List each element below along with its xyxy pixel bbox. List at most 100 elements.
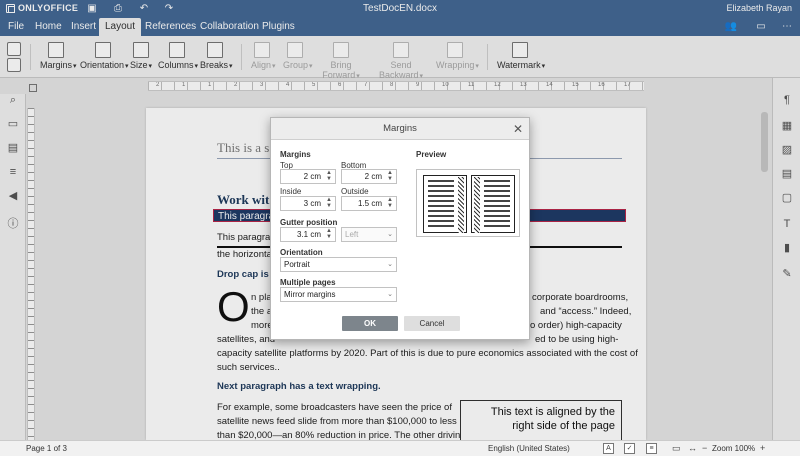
orientation-button[interactable]: Orientation▾ bbox=[80, 42, 129, 74]
table-settings-icon[interactable]: ▦ bbox=[781, 120, 793, 132]
inside-margin-input[interactable]: 3 cm ▲ ▼ bbox=[280, 196, 336, 211]
spellcheck-icon[interactable]: ✓ bbox=[624, 443, 635, 454]
multiple-pages-label: Multiple pages bbox=[280, 278, 336, 287]
align-button[interactable]: Align▾ bbox=[251, 42, 276, 74]
tab-home[interactable]: Home bbox=[29, 18, 68, 36]
title-bar: ONLYOFFICE ▣ ⎙ ↶ ↷ TestDocEN.docx Elizab… bbox=[0, 0, 800, 18]
outside-margin-input[interactable]: 1.5 cm ▲ ▼ bbox=[341, 196, 397, 211]
breaks-button[interactable]: Breaks▾ bbox=[200, 42, 233, 74]
cancel-button[interactable]: Cancel bbox=[404, 316, 460, 331]
navigation-icon[interactable]: ≡ bbox=[7, 166, 19, 178]
group-button[interactable]: Group▾ bbox=[283, 42, 313, 74]
tab-references[interactable]: References bbox=[139, 18, 202, 36]
user-name[interactable]: Elizabeth Rayan bbox=[726, 3, 792, 13]
right-aligned-textbox[interactable]: This text is aligned by the right side o… bbox=[460, 400, 622, 440]
spin-arrows-icon[interactable]: ▲ ▼ bbox=[325, 197, 333, 210]
columns-icon bbox=[169, 42, 185, 58]
signature-settings-icon[interactable]: ✎ bbox=[781, 268, 793, 280]
margins-icon bbox=[48, 42, 64, 58]
bottom-margin-input[interactable]: 2 cm ▲ ▼ bbox=[341, 169, 397, 184]
orientation-label: Orientation bbox=[280, 248, 323, 257]
paste-icon[interactable] bbox=[7, 58, 21, 72]
margins-dialog: Margins ✕ Margins Top 2 cm ▲ ▼ Bottom 2 c… bbox=[270, 117, 530, 340]
open-location-icon[interactable]: ▭ bbox=[754, 21, 768, 33]
bring-forward-icon bbox=[333, 42, 349, 58]
fit-width-icon[interactable]: ↔ bbox=[688, 443, 697, 453]
orientation-icon bbox=[95, 42, 111, 58]
doc-heading-2: Work wit bbox=[217, 192, 270, 207]
text-art-settings-icon[interactable]: T bbox=[781, 218, 793, 230]
copy-icon[interactable] bbox=[7, 42, 21, 56]
watermark-icon bbox=[512, 42, 528, 58]
bring-forward-button[interactable]: Bring Forward▾ bbox=[316, 42, 366, 80]
vertical-scrollbar[interactable] bbox=[760, 98, 769, 440]
top-margin-input[interactable]: 2 cm ▲ ▼ bbox=[280, 169, 336, 184]
scrollbar-thumb[interactable] bbox=[761, 112, 768, 172]
share-users-icon[interactable]: 👥 bbox=[724, 21, 738, 33]
doc-heading-1: This is a s bbox=[217, 140, 270, 155]
document-title: TestDocEN.docx bbox=[363, 3, 437, 14]
search-icon[interactable]: ⌕ bbox=[7, 94, 19, 106]
header-footer-settings-icon[interactable]: ▤ bbox=[781, 168, 793, 180]
fit-page-icon[interactable]: ▭ bbox=[672, 443, 681, 454]
gutter-side-select[interactable]: Left ⌄ bbox=[341, 227, 397, 242]
send-backward-icon bbox=[393, 42, 409, 58]
size-button[interactable]: Size▾ bbox=[130, 42, 152, 74]
gutter-position-label: Gutter position bbox=[280, 218, 338, 227]
track-changes-icon[interactable]: ≡ bbox=[646, 443, 657, 454]
shape-settings-icon[interactable]: ▢ bbox=[781, 192, 793, 204]
zoom-level[interactable]: Zoom 100% bbox=[712, 444, 755, 453]
comments-icon[interactable]: ▭ bbox=[7, 118, 19, 130]
about-icon[interactable]: ⓘ bbox=[7, 218, 19, 230]
tab-collaboration[interactable]: Collaboration bbox=[194, 18, 265, 36]
preview-right-page bbox=[471, 175, 515, 233]
spin-arrows-icon[interactable]: ▲ ▼ bbox=[325, 228, 333, 241]
more-icon[interactable]: ⋯ bbox=[780, 21, 794, 33]
spin-arrows-icon[interactable]: ▲ ▼ bbox=[325, 170, 333, 183]
group-icon bbox=[287, 42, 303, 58]
zoom-in-icon[interactable]: + bbox=[760, 443, 765, 453]
paragraph-settings-icon[interactable]: ¶ bbox=[781, 94, 793, 106]
wrapping-button[interactable]: Wrapping▾ bbox=[436, 42, 479, 74]
chevron-down-icon: ⌄ bbox=[387, 291, 393, 298]
orientation-select[interactable]: Portrait ⌄ bbox=[280, 257, 397, 272]
send-backward-button[interactable]: Send Backward▾ bbox=[373, 42, 429, 80]
ok-button[interactable]: OK bbox=[342, 316, 398, 331]
feedback-icon[interactable]: ◀ bbox=[7, 190, 19, 202]
tab-insert[interactable]: Insert bbox=[65, 18, 102, 36]
close-icon[interactable]: ✕ bbox=[513, 118, 523, 140]
zoom-out-icon[interactable]: − bbox=[702, 443, 707, 453]
doc-paragraph-line: This paragrap bbox=[217, 232, 276, 243]
columns-button[interactable]: Columns▾ bbox=[158, 42, 198, 74]
breaks-icon bbox=[207, 42, 223, 58]
doc-paragraph-line: the horizonta bbox=[217, 249, 272, 260]
vertical-ruler[interactable] bbox=[27, 108, 35, 440]
text-language-icon[interactable]: A bbox=[603, 443, 614, 454]
page-size-icon bbox=[133, 42, 149, 58]
tab-layout[interactable]: Layout bbox=[99, 18, 142, 36]
margins-button[interactable]: Margins▾ bbox=[40, 42, 77, 74]
horizontal-ruler[interactable]: 2 1 1 2 3 4 5 6 7 8 9 10 11 12 13 14 15 … bbox=[148, 81, 644, 91]
margins-section-label: Margins bbox=[280, 150, 311, 159]
watermark-button[interactable]: Watermark▾ bbox=[497, 42, 545, 74]
spin-arrows-icon[interactable]: ▲ ▼ bbox=[386, 170, 394, 183]
dialog-header: Margins ✕ bbox=[271, 118, 529, 140]
gutter-position-input[interactable]: 3.1 cm ▲ ▼ bbox=[280, 227, 336, 242]
margins-preview bbox=[416, 169, 520, 237]
menu-bar: File Home Insert Layout References Colla… bbox=[0, 18, 800, 36]
outside-label: Outside bbox=[341, 187, 369, 196]
left-sidebar: ⌕ ▭ ▤ ≡ ◀ ⓘ bbox=[0, 78, 26, 440]
tab-stop-selector[interactable] bbox=[29, 84, 37, 92]
multiple-pages-select[interactable]: Mirror margins ⌄ bbox=[280, 287, 397, 302]
page-indicator[interactable]: Page 1 of 3 bbox=[26, 444, 67, 453]
dropcap-letter: O bbox=[217, 283, 250, 330]
spin-arrows-icon[interactable]: ▲ ▼ bbox=[386, 197, 394, 210]
chat-icon[interactable]: ▤ bbox=[7, 142, 19, 154]
chart-settings-icon[interactable]: ▮ bbox=[781, 242, 793, 254]
dialog-title: Margins bbox=[383, 123, 417, 134]
image-settings-icon[interactable]: ▨ bbox=[781, 144, 793, 156]
tab-file[interactable]: File bbox=[2, 18, 30, 36]
right-sidebar: ¶ ▦ ▨ ▤ ▢ T ▮ ✎ bbox=[772, 78, 800, 440]
language-selector[interactable]: English (United States) bbox=[488, 444, 570, 453]
tab-plugins[interactable]: Plugins bbox=[256, 18, 301, 36]
